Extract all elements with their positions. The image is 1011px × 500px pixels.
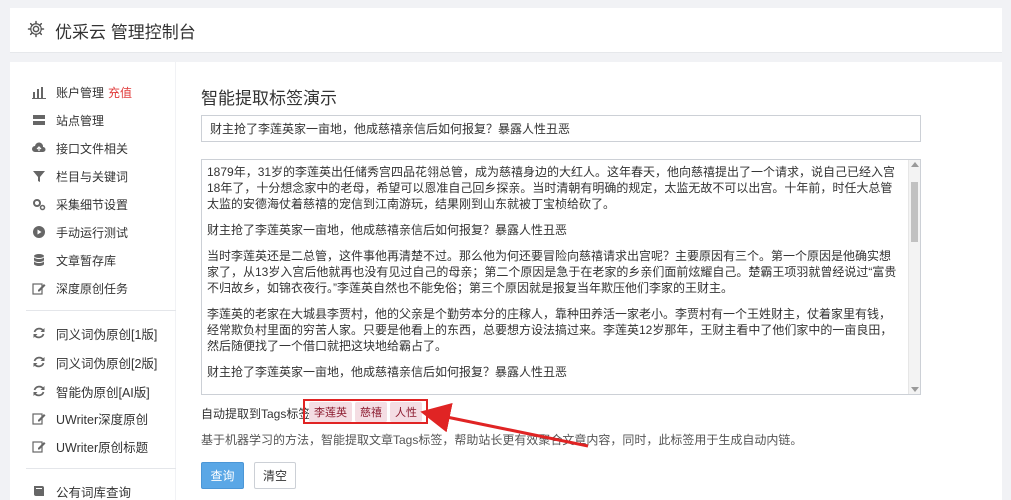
refresh-icon: [32, 355, 46, 369]
article-content: 1879年，31岁的李莲英出任储秀宫四品花翎总管，成为慈禧身边的大红人。这年春天…: [202, 160, 920, 380]
sidebar-item-synonym-v1[interactable]: 同义词伪原创[1版]: [32, 323, 157, 343]
sidebar-item-account[interactable]: 账户管理 充值: [32, 82, 132, 102]
tag-chip[interactable]: 人性: [390, 401, 422, 422]
query-button[interactable]: 查询: [201, 462, 244, 489]
cloud-upload-icon: [32, 141, 46, 155]
gear-icon: [27, 20, 45, 38]
sidebar-item-label: 栏目与关键词: [56, 169, 129, 184]
sidebar-item-ai-rewrite[interactable]: 智能伪原创[AI版]: [32, 381, 150, 401]
tag-chip[interactable]: 慈禧: [355, 401, 387, 422]
sidebar-item-columns-keywords[interactable]: 栏目与关键词: [32, 166, 128, 186]
feature-description: 基于机器学习的方法，智能提取文章Tags标签，帮助站长更有效聚合文章内容，同时，…: [201, 433, 803, 447]
tag-chip[interactable]: 李莲英: [309, 401, 352, 422]
sidebar-item-label: 站点管理: [56, 113, 105, 128]
top-bar: 优采云 管理控制台: [10, 8, 1002, 53]
sidebar-item-synonym-v2[interactable]: 同义词伪原创[2版]: [32, 352, 157, 372]
sidebar-item-sites[interactable]: 站点管理: [32, 110, 104, 130]
textarea-scrollbar[interactable]: [908, 160, 920, 394]
recharge-link[interactable]: 充值: [108, 84, 132, 101]
sidebar-item-article-storage[interactable]: 文章暂存库: [32, 250, 116, 270]
sidebar-item-label: 接口文件相关: [56, 141, 129, 156]
sidebar-item-label: 智能伪原创[AI版]: [56, 385, 150, 400]
database-icon: [32, 253, 46, 267]
sidebar-item-label: 账户管理: [56, 85, 105, 100]
sidebar-item-deep-original[interactable]: 深度原创任务: [32, 278, 128, 298]
sidebar-item-label: 手动运行测试: [56, 225, 129, 240]
sidebar-item-label: UWriter深度原创: [56, 412, 149, 427]
sidebar-item-label: 同义词伪原创[1版]: [56, 327, 158, 342]
page-title: 智能提取标签演示: [201, 89, 337, 108]
extracted-tags-box: 李莲英 慈禧 人性: [303, 399, 428, 424]
article-paragraph: 李莲英的老家在大城县李贾村，他的父亲是个勤劳本分的庄稼人，靠种田养活一家老小。李…: [207, 307, 893, 353]
sidebar-item-label: 文章暂存库: [56, 253, 117, 268]
clear-button[interactable]: 清空: [254, 462, 296, 489]
edit-icon: [32, 281, 46, 295]
sidebar-item-label: 公有词库查询: [56, 485, 132, 500]
sidebar: 账户管理 充值 站点管理 接口文件相关 栏目与关键词 采集细节设置 手动运行测试…: [10, 62, 176, 500]
article-paragraph: 财主抢了李莲英家一亩地，他成慈禧亲信后如何报复？暴露人性丑恶: [207, 365, 568, 379]
refresh-icon: [32, 326, 46, 340]
main-panel: 智能提取标签演示 1879年，31岁的李莲英出任储秀宫四品花翎总管，成为慈禧身边…: [176, 62, 1002, 500]
sidebar-divider: [26, 468, 176, 469]
sidebar-item-interface-files[interactable]: 接口文件相关: [32, 138, 128, 158]
app-title: 优采云 管理控制台: [55, 23, 196, 42]
scroll-up-arrow-icon[interactable]: [911, 162, 919, 167]
sidebar-item-uwriter-title[interactable]: UWriter原创标题: [32, 436, 148, 456]
sidebar-item-manual-run[interactable]: 手动运行测试: [32, 222, 128, 242]
sidebar-item-label: UWriter原创标题: [56, 440, 149, 455]
article-paragraph: 1879年，31岁的李莲英出任储秀宫四品花翎总管，成为慈禧身边的大红人。这年春天…: [207, 165, 896, 211]
sidebar-divider: [26, 310, 176, 311]
article-paragraph: 当时李莲英还是二总管，这件事他再清楚不过。那么他为何还要冒险向慈禧请求出宫呢？主…: [207, 249, 897, 295]
sidebar-item-label: 采集细节设置: [56, 197, 129, 212]
edit-icon: [32, 411, 46, 425]
article-paragraph: 财主抢了李莲英家一亩地，他成慈禧亲信后如何报复？暴露人性丑恶: [207, 223, 568, 237]
sidebar-item-public-lexicon[interactable]: 公有词库查询: [32, 481, 131, 500]
book-icon: [32, 484, 46, 498]
article-content-textarea[interactable]: 1879年，31岁的李莲英出任储秀宫四品花翎总管，成为慈禧身边的大红人。这年春天…: [201, 159, 921, 395]
sidebar-item-collect-settings[interactable]: 采集细节设置: [32, 194, 128, 214]
refresh-icon: [32, 384, 46, 398]
edit-icon: [32, 439, 46, 453]
sidebar-item-label: 深度原创任务: [56, 281, 129, 296]
sidebar-item-uwriter-original[interactable]: UWriter深度原创: [32, 408, 148, 428]
sidebar-item-label: 同义词伪原创[2版]: [56, 356, 158, 371]
filter-icon: [32, 169, 46, 183]
scroll-down-arrow-icon[interactable]: [911, 387, 919, 392]
cogs-icon: [32, 197, 46, 211]
article-title-input[interactable]: [201, 115, 921, 142]
scroll-thumb[interactable]: [911, 182, 918, 242]
server-icon: [32, 113, 46, 127]
play-circle-icon: [32, 225, 46, 239]
bar-chart-icon: [32, 85, 46, 99]
